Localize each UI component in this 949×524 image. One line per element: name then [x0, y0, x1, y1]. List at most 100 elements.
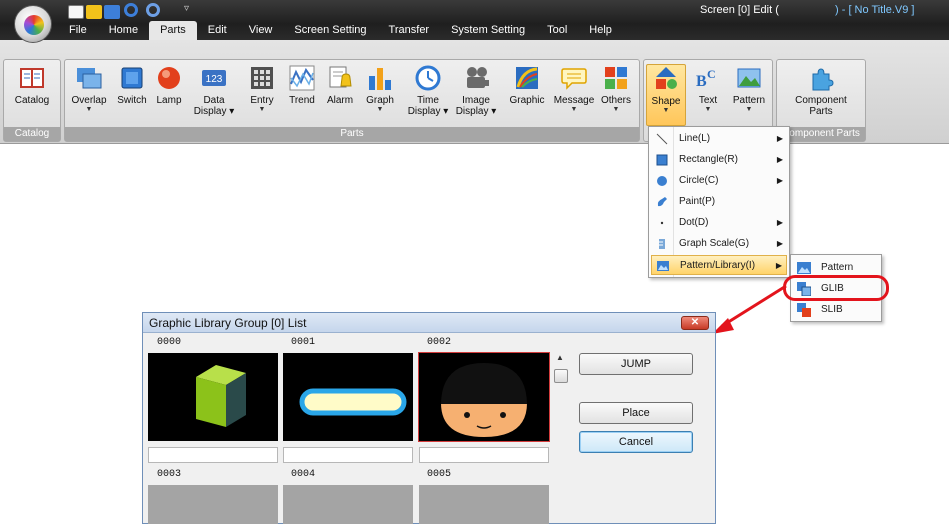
menu-file[interactable]: File	[58, 21, 98, 40]
graphic-label: Graphic	[509, 95, 545, 106]
image-display-button[interactable]: Image Display ▾	[453, 64, 499, 117]
menu-help[interactable]: Help	[578, 21, 623, 40]
time-display-button[interactable]: Time Display ▾	[405, 64, 451, 117]
thumbnail-empty[interactable]	[148, 485, 278, 524]
submenu-arrow-icon: ▶	[776, 155, 783, 164]
graphic-button[interactable]: Graphic	[505, 64, 549, 106]
message-button[interactable]: Message ▼	[553, 64, 595, 113]
save-icon[interactable]	[104, 5, 120, 19]
image-display-icon	[467, 67, 489, 88]
pattern-button[interactable]: Pattern ▼	[728, 64, 770, 113]
menu-item-dot[interactable]: Dot(D) ▶	[651, 213, 787, 233]
alarm-label: Alarm	[326, 95, 354, 106]
thumbnail-rounded-bar[interactable]	[283, 353, 413, 441]
menu-item-pattern-library-label: Pattern/Library(I)	[680, 260, 756, 271]
thumbnail-cube[interactable]	[148, 353, 278, 441]
lamp-button[interactable]: Lamp	[153, 64, 185, 106]
menu-transfer[interactable]: Transfer	[378, 21, 441, 40]
pattern-dropdown-icon: ▼	[745, 106, 753, 113]
menu-item-rectangle[interactable]: Rectangle(R) ▶	[651, 150, 787, 170]
menu-item-paint[interactable]: Paint(P)	[651, 192, 787, 212]
component-parts-button[interactable]: Component Parts	[781, 64, 861, 117]
app-menu-button[interactable]	[14, 5, 52, 43]
others-button[interactable]: Others ▼	[597, 64, 635, 113]
component-parts-label: Component Parts	[795, 95, 847, 117]
submenu-arrow-icon: ▶	[776, 134, 783, 143]
thumbnail-name-field-0000[interactable]	[148, 447, 278, 463]
graph-button[interactable]: Graph ▼	[361, 64, 399, 113]
alarm-icon	[329, 66, 352, 88]
menu-parts[interactable]: Parts	[149, 21, 197, 40]
submenu-item-slib[interactable]: SLIB	[793, 300, 879, 320]
thumbnail-face[interactable]	[418, 352, 550, 442]
scroll-up-icon[interactable]: ▲	[556, 353, 564, 362]
window-title: Screen [0] Edit ( ) - [ No Title.V9 ]	[700, 4, 914, 16]
others-icon	[605, 67, 627, 89]
rectangle-icon	[656, 154, 668, 166]
text-dropdown-icon: ▼	[704, 106, 712, 113]
slib-icon	[797, 303, 811, 317]
catalog-icon	[20, 68, 44, 88]
switch-button[interactable]: Switch	[113, 64, 151, 106]
thumbnail-scrollbar[interactable]: ▲	[553, 351, 569, 524]
thumbnail-name-field-0002[interactable]	[419, 447, 549, 463]
shape-dropdown-icon: ▼	[662, 107, 670, 114]
image-display-label: Image Display ▾	[455, 95, 497, 117]
ribbon-group-parts: Overlap ▼ Switch Lamp 123 Data Display ▾…	[64, 59, 640, 142]
graph-dropdown-icon: ▼	[376, 106, 384, 113]
cancel-button[interactable]: Cancel	[579, 431, 693, 453]
new-file-icon[interactable]	[68, 5, 84, 19]
message-label: Message	[553, 95, 595, 106]
svg-text:123: 123	[206, 74, 223, 85]
lamp-icon	[158, 67, 180, 89]
text-button[interactable]: BC Text ▼	[690, 64, 726, 113]
redo-icon[interactable]	[146, 3, 160, 17]
thumbnail-name-field-0001[interactable]	[283, 447, 413, 463]
dialog-close-button[interactable]: ✕	[681, 316, 709, 330]
thumbnail-number-0004: 0004	[291, 469, 316, 480]
jump-button[interactable]: JUMP	[579, 353, 693, 375]
menu-system-setting[interactable]: System Setting	[440, 21, 536, 40]
graph-label: Graph	[366, 95, 394, 106]
graph-icon	[369, 68, 391, 90]
place-button[interactable]: Place	[579, 402, 693, 424]
open-folder-icon[interactable]	[86, 5, 102, 19]
paint-icon	[657, 197, 667, 207]
entry-label: Entry	[250, 95, 274, 106]
thumbnail-number-0002: 0002	[427, 337, 452, 348]
menu-item-graph-scale[interactable]: Graph Scale(G) ▶	[651, 234, 787, 254]
menu-view[interactable]: View	[238, 21, 284, 40]
quick-access-customize-icon[interactable]: ▿	[184, 3, 189, 14]
time-display-label: Time Display ▾	[407, 95, 449, 117]
menu-item-line-label: Line(L)	[679, 133, 711, 144]
scrollbar-thumb[interactable]	[554, 369, 568, 383]
menu-edit[interactable]: Edit	[197, 21, 238, 40]
pattern-label: Pattern	[732, 95, 766, 106]
menu-screen-setting[interactable]: Screen Setting	[283, 21, 377, 40]
pattern-icon	[737, 68, 761, 88]
catalog-button[interactable]: Catalog	[8, 64, 56, 106]
undo-icon[interactable]	[124, 3, 138, 17]
overlap-icon	[77, 68, 102, 89]
graph-scale-icon	[659, 239, 665, 249]
trend-button[interactable]: Trend	[285, 64, 319, 106]
submenu-arrow-icon: ▶	[776, 176, 783, 185]
menu-item-line[interactable]: Line(L) ▶	[651, 129, 787, 149]
title-bar: ▿ Screen [0] Edit ( ) - [ No Title.V9 ] …	[0, 0, 949, 43]
menu-home[interactable]: Home	[98, 21, 149, 40]
rounded-bar-graphic	[299, 388, 407, 416]
thumbnail-number-0005: 0005	[427, 469, 452, 480]
thumbnail-empty[interactable]	[419, 485, 549, 524]
menu-tool[interactable]: Tool	[536, 21, 578, 40]
data-display-button[interactable]: 123 Data Display ▾	[191, 64, 237, 117]
shape-button[interactable]: Shape ▼	[646, 64, 686, 126]
menu-item-pattern-library[interactable]: Pattern/Library(I) ▶	[651, 255, 787, 275]
thumbnail-empty[interactable]	[283, 485, 413, 524]
menu-item-circle[interactable]: Circle(C) ▶	[651, 171, 787, 191]
overlap-button[interactable]: Overlap ▼	[67, 64, 111, 113]
window-title-suffix: ) - [ No Title.V9 ]	[835, 4, 915, 16]
overlap-label: Overlap	[71, 95, 107, 106]
entry-button[interactable]: Entry ▼	[245, 64, 279, 113]
lamp-label: Lamp	[156, 95, 182, 106]
alarm-button[interactable]: Alarm	[323, 64, 357, 106]
